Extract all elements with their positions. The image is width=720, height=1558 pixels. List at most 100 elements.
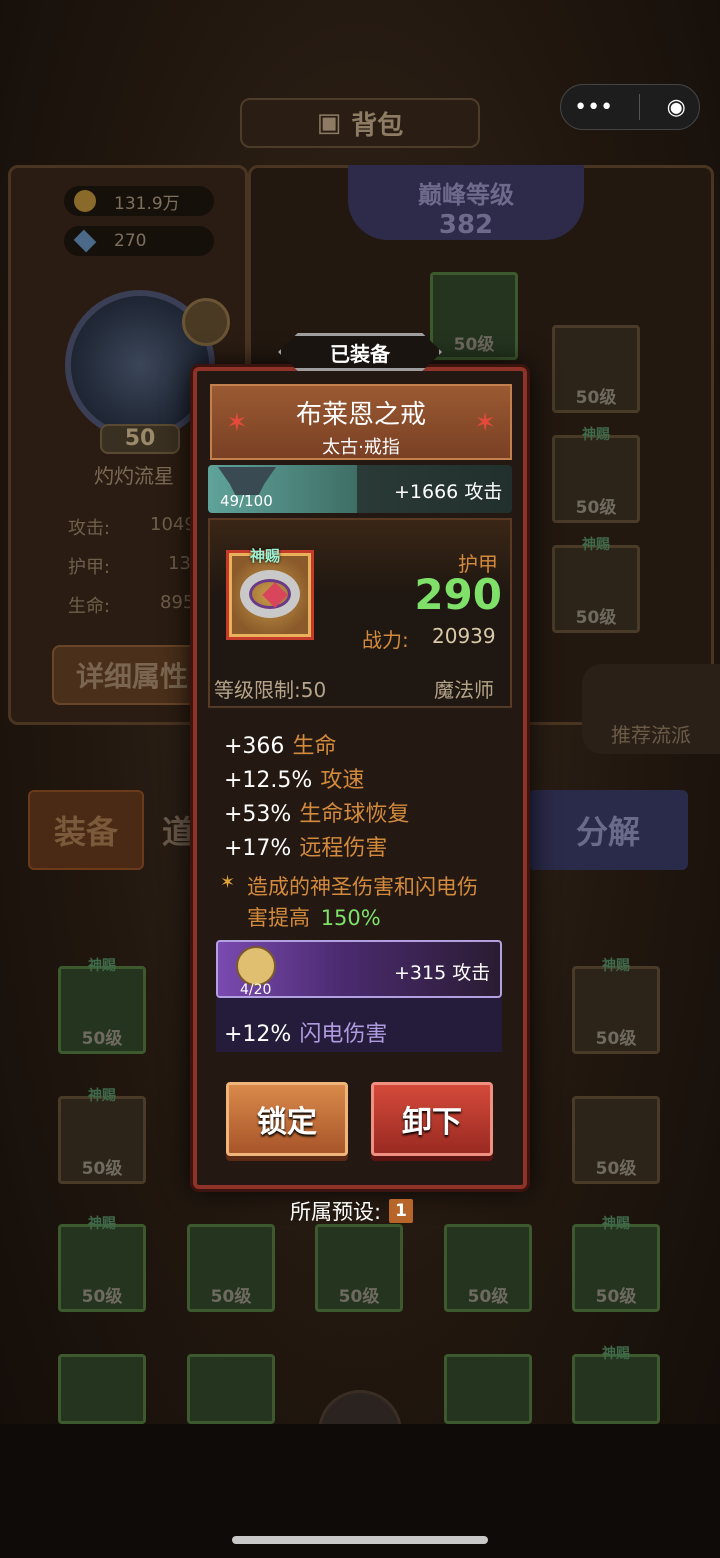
attribute-name: 闪电伤害 xyxy=(299,1022,388,1047)
slot-level: 50级 xyxy=(467,1287,509,1307)
inventory-slot[interactable]: 神赐 xyxy=(572,1346,660,1424)
stat-attack-label: 攻击: xyxy=(68,518,111,539)
gift-label: 神赐 xyxy=(582,537,610,553)
preset-label: 所属预设: xyxy=(290,1200,382,1224)
copy-coin-icon[interactable] xyxy=(182,298,230,346)
equip-slot-right-1[interactable]: 50级 xyxy=(552,325,640,413)
special-effect-line1: 造成的神圣伤害和闪电伤 xyxy=(247,875,478,899)
divider xyxy=(208,707,512,708)
inventory-slot[interactable]: 50级 xyxy=(572,1096,660,1184)
attribute-value: +366 xyxy=(224,734,285,759)
backpack-title-bar: ▣ 背包 xyxy=(240,98,480,148)
inventory-slot[interactable]: 神赐 50级 xyxy=(572,1216,660,1312)
peak-level-value: 382 xyxy=(438,210,494,240)
stat-attack-value: 1049 xyxy=(150,514,196,535)
special-effect-line2: 害提高 150% xyxy=(247,902,381,932)
gift-label: 神赐 xyxy=(602,958,630,974)
rune-attribute-line: +12% 闪电伤害 xyxy=(224,1016,387,1048)
unequip-button[interactable]: 卸下 xyxy=(371,1082,493,1156)
rune-progress: 4/20 xyxy=(240,982,272,998)
star-icon: ✶ xyxy=(226,408,248,438)
gift-label: 神赐 xyxy=(602,1346,630,1362)
gold-display: 131.9万 xyxy=(64,186,214,216)
inventory-slot[interactable]: 神赐 50级 xyxy=(58,1088,146,1184)
power-label: 战力: xyxy=(362,628,409,652)
inventory-slot[interactable] xyxy=(187,1354,275,1424)
enhance-bonus: +1666 攻击 xyxy=(394,481,503,503)
item-name-banner: ✶ ✶ 布莱恩之戒 太古·戒指 xyxy=(210,384,512,460)
stat-hp-value: 895 xyxy=(160,592,195,613)
slot-level: 50级 xyxy=(575,388,617,408)
recommend-build-button[interactable]: 推荐流派 xyxy=(582,664,720,754)
inventory-slot[interactable]: 神赐 50级 xyxy=(58,958,146,1054)
star-icon: ✶ xyxy=(474,408,496,438)
gift-label: 神赐 xyxy=(88,1088,116,1104)
enhance-progress: 49/100 xyxy=(220,492,273,510)
preset-indicator: 所属预设: 1 xyxy=(290,1196,414,1226)
gem-display: 270 xyxy=(64,226,214,256)
mini-program-capsule: ••• ◉ xyxy=(560,84,700,130)
more-dots-icon[interactable]: ••• xyxy=(574,95,613,120)
attribute-value: +12% xyxy=(224,1022,292,1047)
inventory-slot[interactable]: 神赐 50级 xyxy=(58,1216,146,1312)
player-level-badge: 50 xyxy=(100,424,180,454)
inventory-slot[interactable] xyxy=(444,1354,532,1424)
special-star-icon: ✶ xyxy=(220,872,236,893)
equip-slot-right-2[interactable]: 神赐 50级 xyxy=(552,427,640,523)
attribute-line: +366 生命 xyxy=(224,728,336,760)
attribute-name: 攻速 xyxy=(320,768,365,793)
special-effect-value: 150% xyxy=(320,906,381,930)
equip-slot-weapon[interactable]: 50级 xyxy=(430,272,518,360)
attribute-line: +53% 生命球恢复 xyxy=(224,796,409,828)
page-title: 背包 xyxy=(351,110,404,141)
detail-attributes-button[interactable]: 详细属性 xyxy=(52,645,212,705)
inventory-slot[interactable] xyxy=(58,1354,146,1424)
inventory-slot[interactable]: 50级 xyxy=(444,1224,532,1312)
tab-equipment[interactable]: 装备 xyxy=(28,790,144,870)
slot-level: 50级 xyxy=(453,335,495,355)
gift-label: 神赐 xyxy=(582,427,610,443)
slot-level: 50级 xyxy=(575,498,617,518)
preset-number: 1 xyxy=(389,1199,414,1223)
backpack-icon: ▣ xyxy=(316,108,342,138)
power-value: 20939 xyxy=(432,624,496,648)
rune-bonus: +315 攻击 xyxy=(394,962,491,984)
slot-level: 50级 xyxy=(338,1287,380,1307)
stat-armor-label: 护甲: xyxy=(68,557,111,578)
slot-level: 50级 xyxy=(210,1287,252,1307)
equipped-status-tag: 已装备 xyxy=(278,333,442,371)
slot-level: 50级 xyxy=(595,1287,637,1307)
player-name: 灼灼流星 xyxy=(94,464,174,488)
slot-level: 50级 xyxy=(81,1029,123,1049)
peak-level-label: 巅峰等级 xyxy=(418,181,514,209)
inventory-slot[interactable]: 神赐 50级 xyxy=(572,958,660,1054)
gem-icon xyxy=(73,229,97,253)
gem-value: 270 xyxy=(114,231,147,251)
class-requirement: 魔法师 xyxy=(434,678,494,702)
stat-hp-label: 生命: xyxy=(68,596,111,617)
capsule-divider xyxy=(639,94,641,120)
slot-level: 50级 xyxy=(81,1159,123,1179)
slot-level: 50级 xyxy=(595,1159,637,1179)
slot-level: 50级 xyxy=(595,1029,637,1049)
attribute-value: +17% xyxy=(224,836,292,861)
gift-label: 神赐 xyxy=(88,1216,116,1232)
gift-tag: 神赐 xyxy=(250,547,281,565)
inventory-slot[interactable]: 50级 xyxy=(187,1224,275,1312)
level-requirement: 等级限制:50 xyxy=(214,678,327,702)
attribute-value: +53% xyxy=(224,802,292,827)
gift-label: 神赐 xyxy=(602,1216,630,1232)
attribute-name: 生命球恢复 xyxy=(299,802,410,827)
equip-slot-right-3[interactable]: 神赐 50级 xyxy=(552,537,640,633)
tab-dismantle[interactable]: 分解 xyxy=(528,790,688,870)
attribute-value: +12.5% xyxy=(224,768,313,793)
attribute-line: +12.5% 攻速 xyxy=(224,762,364,794)
attribute-name: 生命 xyxy=(292,734,337,759)
slot-level: 50级 xyxy=(575,608,617,628)
lock-button[interactable]: 锁定 xyxy=(226,1082,348,1156)
coin-icon xyxy=(74,190,96,212)
inventory-slot[interactable]: 50级 xyxy=(315,1224,403,1312)
target-circle-icon[interactable]: ◉ xyxy=(667,95,686,120)
gold-value: 131.9万 xyxy=(114,193,180,214)
attribute-name: 远程伤害 xyxy=(299,836,388,861)
